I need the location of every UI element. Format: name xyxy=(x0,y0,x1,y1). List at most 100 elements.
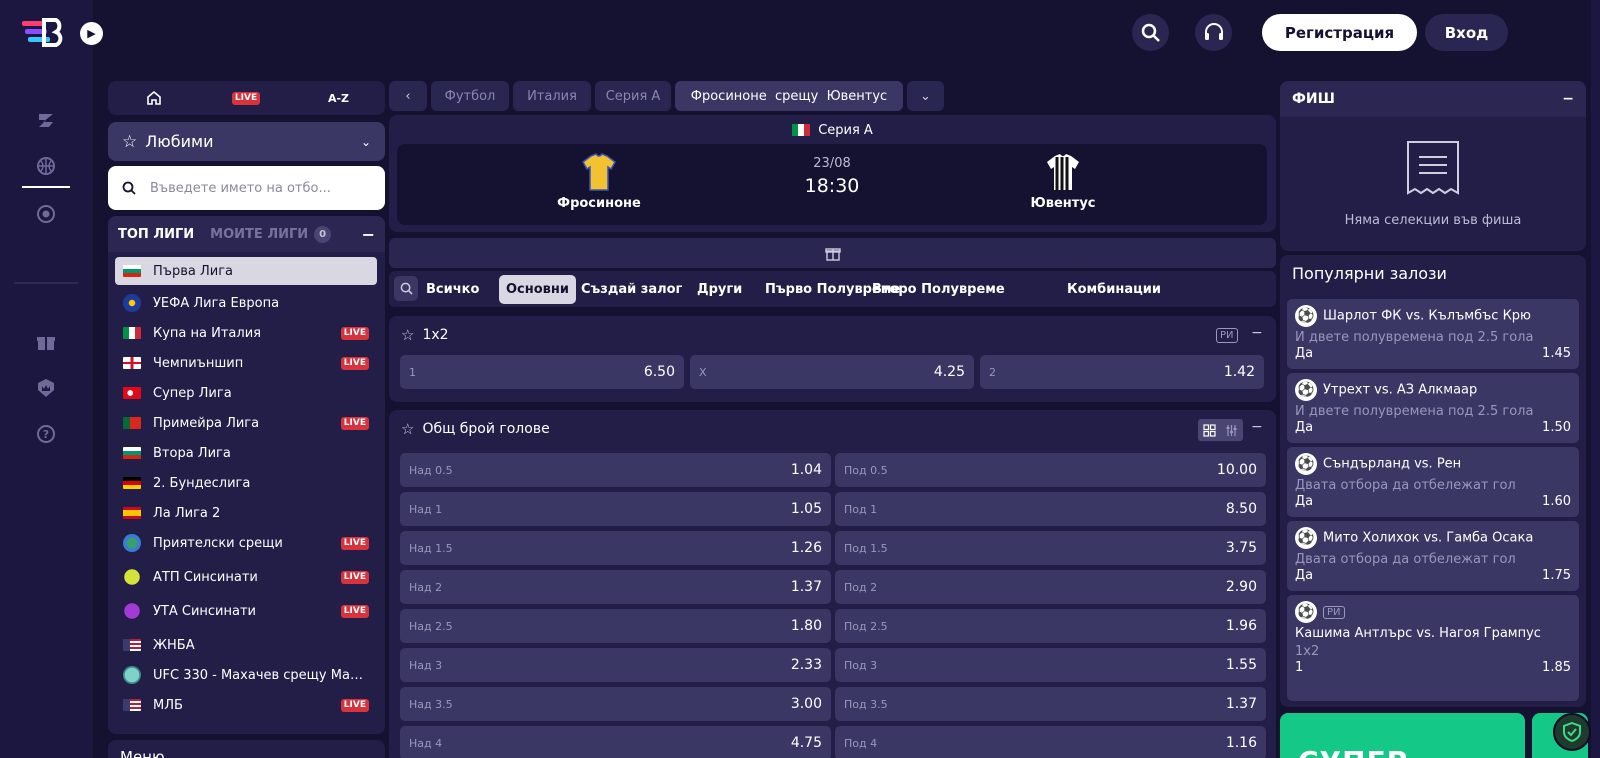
back-button[interactable]: ‹ xyxy=(389,81,427,111)
collapse-icon[interactable]: − xyxy=(1251,419,1263,435)
live-badge: LIVE xyxy=(340,326,369,340)
market-tab[interactable]: Създай залог xyxy=(574,275,689,304)
league-item[interactable]: Първа Лига xyxy=(115,257,377,285)
play-icon[interactable]: ▶ xyxy=(80,22,103,45)
my-leagues-tab[interactable]: МОИТЕ ЛИГИ 0 xyxy=(210,225,332,243)
odd-button-over[interactable]: Над 0.5 1.04 xyxy=(400,453,831,487)
odd-button-over[interactable]: Над 2 1.37 xyxy=(400,570,831,604)
odd-button-under[interactable]: Под 1.5 3.75 xyxy=(835,531,1266,565)
away-team[interactable]: Ювентус xyxy=(1008,152,1118,211)
market-tab[interactable]: Други xyxy=(690,275,749,304)
league-item[interactable]: UFC 330 - Махачев срещу Мачадо xyxy=(115,661,377,689)
home-team[interactable]: Фросиноне xyxy=(544,152,654,211)
breadcrumb-country[interactable]: Италия xyxy=(513,81,591,111)
odd-button-under[interactable]: Под 1 8.50 xyxy=(835,492,1266,526)
breadcrumb-sport[interactable]: Футбол xyxy=(431,81,509,111)
team-search-input[interactable] xyxy=(150,180,360,196)
page-scrollbar[interactable] xyxy=(1591,0,1600,758)
brand-logo[interactable] xyxy=(22,18,72,48)
promo-banner[interactable]: СУПЕР xyxy=(1280,713,1525,758)
bonus-bar[interactable] xyxy=(389,238,1276,268)
odd-button-under[interactable]: Под 3 1.55 xyxy=(835,648,1266,682)
view-toggle[interactable] xyxy=(1198,419,1243,441)
league-item[interactable]: УЕФА Лига Европа xyxy=(115,289,377,317)
security-shield-icon[interactable] xyxy=(1553,713,1591,751)
menu-panel[interactable]: Меню xyxy=(108,740,385,758)
search-icon[interactable] xyxy=(1132,14,1169,51)
live-badge: LIVE xyxy=(340,416,369,430)
league-item[interactable]: 2. Бундеслига xyxy=(115,469,377,497)
odd-button-over[interactable]: Над 1 1.05 xyxy=(400,492,831,526)
odd-value: 1.26 xyxy=(790,540,822,556)
odd-button-under[interactable]: Под 3.5 1.37 xyxy=(835,687,1266,721)
tab-az[interactable]: A-Z xyxy=(292,81,385,115)
league-item[interactable]: ЖНБА xyxy=(115,631,377,659)
league-item[interactable]: Ла Лига 2 xyxy=(115,499,377,527)
odd-label: Под 1.5 xyxy=(844,541,888,555)
market-tab[interactable]: Комбинации xyxy=(1060,275,1168,304)
grid-view-icon[interactable] xyxy=(1203,423,1216,437)
league-item[interactable]: УТА Синсинати LIVE xyxy=(115,597,377,625)
sidebar-tabs: LIVE A-Z xyxy=(108,81,385,115)
top-leagues-tab[interactable]: ТОП ЛИГИ xyxy=(118,227,194,242)
league-item[interactable]: АТП Синсинати LIVE xyxy=(115,563,377,591)
popular-bet-card[interactable]: ⚽ Мито Холихок vs. Гамба Осака Двата отбор… xyxy=(1287,521,1579,591)
popular-bet-card[interactable]: ⚽ Шарлот ФК vs. Кълъмбъс Крю И двете полув… xyxy=(1287,299,1579,369)
odd-button-under[interactable]: Под 2.5 1.96 xyxy=(835,609,1266,643)
market-tab[interactable]: Второ Полувреме xyxy=(865,275,1012,304)
league-item[interactable]: Втора Лига xyxy=(115,439,377,467)
popular-bet-card[interactable]: ⚽ Утрехт vs. АЗ Алкмаар И двете полувремен… xyxy=(1287,373,1579,443)
popular-bet-match: Мито Холихок vs. Гамба Осака xyxy=(1323,530,1534,546)
odd-button[interactable]: 1 6.50 xyxy=(400,355,684,389)
register-button[interactable]: Регистрация xyxy=(1262,14,1417,51)
league-item[interactable]: Супер Лига xyxy=(115,379,377,407)
odd-value: 3.75 xyxy=(1225,540,1257,556)
league-item[interactable]: Примейра Лига LIVE xyxy=(115,409,377,437)
gift-icon[interactable] xyxy=(30,326,62,358)
market-title: Общ брой голове xyxy=(422,421,550,437)
basketball-icon[interactable] xyxy=(30,150,62,182)
odd-button-under[interactable]: Под 0.5 10.00 xyxy=(835,453,1266,487)
casino-chip-icon[interactable] xyxy=(30,198,62,230)
collapse-icon[interactable]: − xyxy=(1562,91,1574,107)
collapse-icon[interactable]: − xyxy=(362,225,375,244)
odd-button-under[interactable]: Под 2 2.90 xyxy=(835,570,1266,604)
favorites-dropdown[interactable]: ☆ Любими ⌄ xyxy=(108,122,385,161)
popular-bet-card[interactable]: ⚽ Съндърланд vs. Рен Двата отбора да отбел… xyxy=(1287,447,1579,517)
filter-sliders-icon[interactable] xyxy=(1225,424,1238,437)
sports-icon[interactable] xyxy=(30,104,62,136)
odd-button[interactable]: 2 1.42 xyxy=(980,355,1264,389)
eu-flag-icon xyxy=(123,294,141,312)
market-tab[interactable]: Основни xyxy=(499,275,576,304)
betslip-empty-text: Няма селекции във фиша xyxy=(1344,213,1522,228)
odd-button-over[interactable]: Над 2.5 1.80 xyxy=(400,609,831,643)
tab-live[interactable]: LIVE xyxy=(200,81,292,115)
league-item[interactable]: Приятелски срещи LIVE xyxy=(115,529,377,557)
my-leagues-label: МОИТЕ ЛИГИ xyxy=(210,226,309,242)
odd-button-over[interactable]: Над 1.5 1.26 xyxy=(400,531,831,565)
login-button[interactable]: Вход xyxy=(1425,14,1508,51)
vip-crown-icon[interactable] xyxy=(30,372,62,404)
betslip-header[interactable]: ФИШ − xyxy=(1280,81,1586,117)
league-name: Купа на Италия xyxy=(153,325,261,341)
market-total-goals-header[interactable]: ☆ Общ брой голове xyxy=(401,410,550,448)
league-item[interactable]: МЛБ LIVE xyxy=(115,691,377,719)
league-item[interactable]: Чемпиъншип LIVE xyxy=(115,349,377,377)
tab-home[interactable] xyxy=(108,81,200,115)
breadcrumb-league[interactable]: Серия А xyxy=(595,81,671,111)
breadcrumb-more[interactable]: ⌄ xyxy=(907,81,944,111)
market-1x2-header[interactable]: ☆ 1x2 xyxy=(401,316,449,354)
odd-button-over[interactable]: Над 3.5 3.00 xyxy=(400,687,831,721)
league-item[interactable]: Купа на Италия LIVE xyxy=(115,319,377,347)
odd-button-under[interactable]: Под 4 1.16 xyxy=(835,726,1266,758)
help-icon[interactable]: ? xyxy=(30,418,62,450)
market-search-icon[interactable] xyxy=(394,276,418,301)
headset-icon[interactable] xyxy=(1195,14,1232,51)
popular-bet-card[interactable]: ⚽ РИ Кашима Антлърс vs. Нагоя Грампус 1x2 1 1… xyxy=(1287,595,1579,701)
odd-button-over[interactable]: Над 4 4.75 xyxy=(400,726,831,758)
breadcrumb-event[interactable]: Фросиноне срещу Ювентус xyxy=(675,81,903,111)
odd-button-over[interactable]: Над 3 2.33 xyxy=(400,648,831,682)
market-tab[interactable]: Всичко xyxy=(419,275,486,304)
collapse-icon[interactable]: − xyxy=(1251,325,1263,341)
odd-button[interactable]: X 4.25 xyxy=(690,355,974,389)
